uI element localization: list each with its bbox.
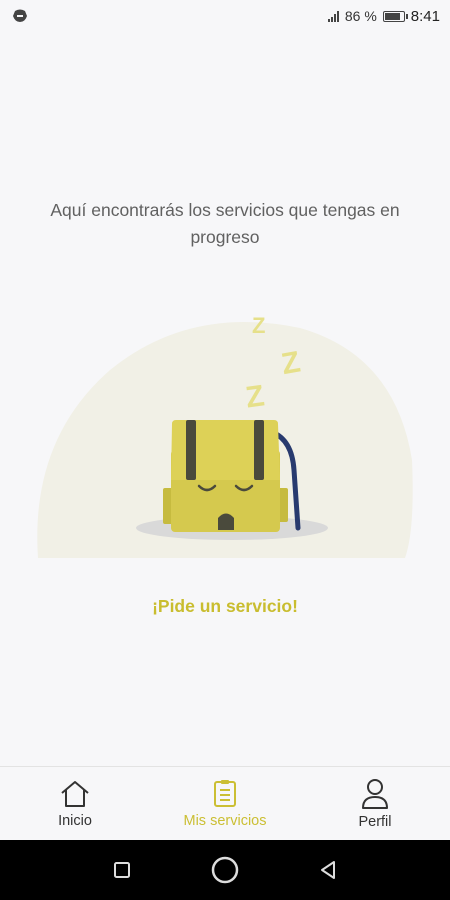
sleep-z-1: Z xyxy=(252,313,265,338)
backpack-strap-left xyxy=(186,420,196,480)
clock: 8:41 xyxy=(410,7,440,25)
sleeping-backpack-icon: Z Z Z xyxy=(37,313,413,558)
home-icon xyxy=(61,780,89,807)
battery-percent: 86 % xyxy=(344,8,377,24)
back-button[interactable] xyxy=(303,845,353,895)
status-bar: 86 % 8:41 xyxy=(0,0,450,32)
request-service-button[interactable]: ¡Pide un servicio! xyxy=(0,596,450,617)
battery-icon xyxy=(382,10,408,22)
document-list-icon xyxy=(214,779,236,807)
nav-item-perfil[interactable]: Perfil xyxy=(300,767,450,841)
user-icon xyxy=(362,778,388,809)
recents-button[interactable] xyxy=(97,845,147,895)
system-navigation-bar xyxy=(0,840,450,900)
nav-item-label: Inicio xyxy=(58,812,92,829)
nav-item-mis-servicios[interactable]: Mis servicios xyxy=(150,767,300,841)
signal-icon xyxy=(327,10,339,22)
nav-item-label: Perfil xyxy=(358,813,392,830)
status-left xyxy=(12,9,28,23)
recents-icon xyxy=(113,862,130,878)
backpack-mouth xyxy=(218,513,234,530)
nav-item-label: Mis servicios xyxy=(183,812,267,829)
backpack-strap-right xyxy=(254,420,264,480)
bottom-navigation: Inicio Mis servicios Perfil xyxy=(0,766,450,840)
system-home-button[interactable] xyxy=(200,845,250,895)
back-icon xyxy=(321,861,336,879)
app-notification-icon xyxy=(13,9,27,22)
home-circle-icon xyxy=(211,856,239,884)
status-right: 86 % 8:41 xyxy=(327,7,440,25)
nav-item-inicio[interactable]: Inicio xyxy=(0,767,150,841)
empty-state-message: Aquí encontrarás los servicios que tenga… xyxy=(50,200,400,247)
